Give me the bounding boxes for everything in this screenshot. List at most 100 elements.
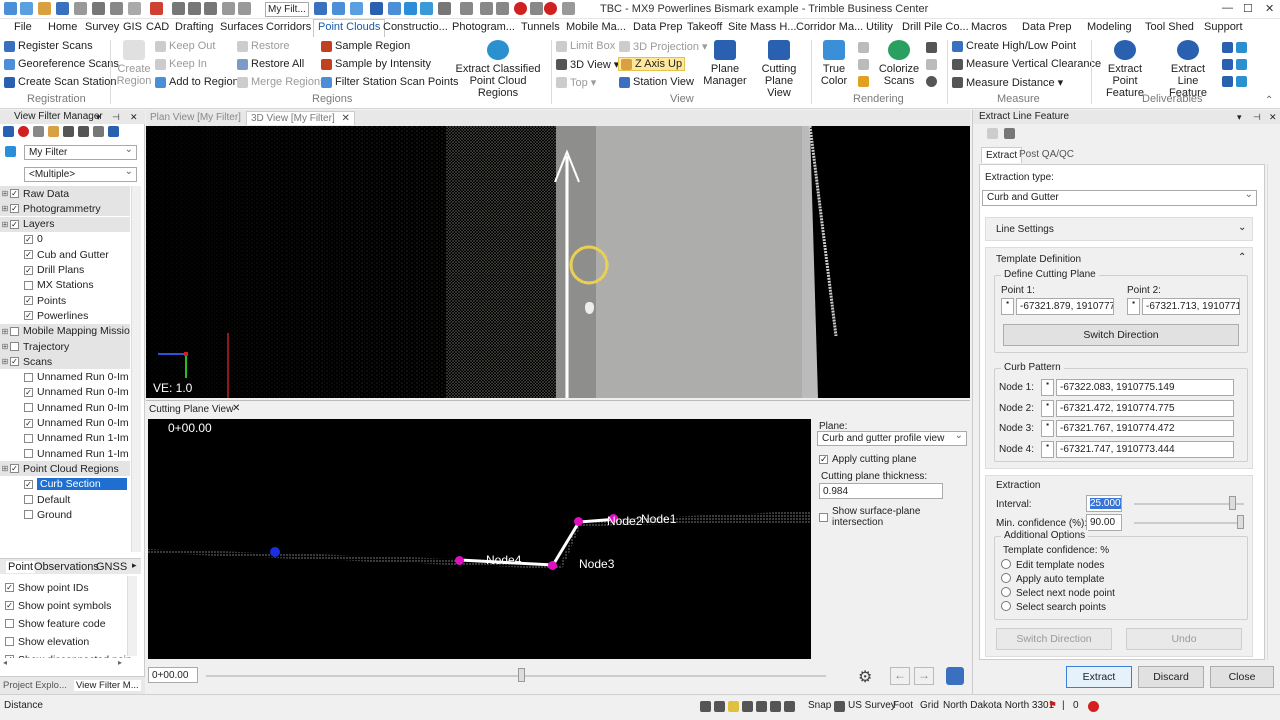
pick-point2-icon[interactable]: ▪	[1127, 298, 1140, 315]
switch-direction-button[interactable]: Switch Direction	[1003, 324, 1239, 346]
tree-item[interactable]: Unnamed Run 1-Im	[0, 446, 130, 461]
menu-surfaces[interactable]: Surfaces	[220, 21, 263, 33]
top-view-button[interactable]: Top ▾	[556, 76, 596, 89]
menu-file[interactable]: File	[14, 21, 32, 33]
tree-item[interactable]: ✓ Points	[0, 293, 130, 308]
tab-project-explorer[interactable]: Project Explo...	[3, 680, 67, 691]
filter-settings-icon[interactable]	[108, 126, 119, 137]
thickness-input[interactable]: 0.984	[819, 483, 943, 499]
expand-icon[interactable]: ⊞	[0, 204, 10, 213]
node-input[interactable]: -67322.083, 1910775.149	[1056, 379, 1234, 396]
checkbox-unchecked-icon[interactable]	[24, 372, 33, 382]
cutting-plane-view-button[interactable]: Cutting Plane View	[752, 40, 806, 99]
snap-icon[interactable]	[496, 2, 509, 15]
apply-cutting-plane-checkbox[interactable]: ✓ Apply cutting plane	[819, 454, 917, 465]
checkbox-unchecked-icon[interactable]	[24, 495, 33, 504]
tree-group[interactable]: ⊞ ✓ Raw Data	[0, 186, 130, 201]
close-macro-icon[interactable]	[544, 2, 557, 15]
station-input[interactable]: 0+00.00	[148, 667, 198, 683]
status-icon[interactable]	[770, 701, 781, 712]
tree-item[interactable]: ✓ Drill Plans	[0, 263, 130, 278]
panel-scrollbar[interactable]	[1267, 164, 1277, 660]
checkbox-unchecked-icon[interactable]	[24, 280, 33, 290]
min-confidence-input[interactable]: 90.00	[1086, 514, 1122, 531]
pick-node-icon[interactable]: ▪	[1041, 440, 1054, 458]
tab-scroll-icon[interactable]: ▸	[132, 560, 137, 571]
tab-point[interactable]: Point	[6, 561, 36, 573]
plan-view-icon[interactable]	[350, 2, 363, 15]
orbit-icon[interactable]	[238, 2, 251, 15]
checkbox-unchecked-icon[interactable]	[24, 403, 33, 413]
checkbox-checked-icon[interactable]: ✓	[24, 296, 33, 306]
view-options-icon[interactable]	[946, 667, 964, 685]
coordinate-zone[interactable]: North Dakota North 3301	[943, 700, 1054, 711]
redo-icon[interactable]	[20, 2, 33, 15]
option-checkbox[interactable]: Show elevation	[5, 634, 131, 649]
create-high-low-button[interactable]: Create High/Low Point	[952, 40, 1076, 52]
render-option-icon[interactable]	[858, 59, 869, 70]
tab-observations[interactable]: Observations	[34, 561, 99, 573]
render-option-icon[interactable]	[926, 42, 937, 53]
tool-icon[interactable]	[420, 2, 433, 15]
grid-icon[interactable]	[460, 2, 473, 15]
checkbox-checked-icon[interactable]: ✓	[10, 219, 19, 229]
node-input[interactable]: -67321.747, 1910773.444	[1056, 440, 1234, 458]
close-button[interactable]: Close	[1210, 666, 1274, 688]
measure-icon[interactable]	[480, 2, 493, 15]
delete-filter-icon[interactable]	[18, 126, 29, 137]
view-filter-combo[interactable]: My Filt...	[265, 2, 309, 17]
checkbox-unchecked-icon[interactable]	[10, 342, 19, 351]
copy-filter-icon[interactable]	[33, 126, 44, 137]
tree-item[interactable]: MX Stations	[0, 278, 130, 293]
menu-drafting[interactable]: Drafting	[175, 21, 214, 33]
flag-icon[interactable]: ⚑	[1048, 700, 1057, 711]
radio-edit-template[interactable]: Edit template nodes	[1001, 559, 1104, 571]
true-color-button[interactable]: True Color	[815, 40, 853, 87]
extract-classified-button[interactable]: Extract Classified Point Cloud Regions	[449, 40, 547, 99]
multiple-select[interactable]: <Multiple>	[24, 167, 137, 182]
checkbox-checked-icon[interactable]: ✓	[24, 387, 33, 397]
menu-data-prep-2[interactable]: Data Prep	[1022, 21, 1072, 33]
delete-icon[interactable]	[150, 2, 163, 15]
menu-gis[interactable]: GIS	[123, 21, 142, 33]
close-tab-icon[interactable]: ✕	[342, 113, 350, 124]
line-settings-section[interactable]: Line Settings ⌄	[985, 217, 1253, 241]
select-icon[interactable]	[222, 2, 235, 15]
units-label[interactable]: US Survey	[848, 700, 896, 711]
tree-scrollbar[interactable]	[131, 186, 141, 552]
expand-icon[interactable]: ⊞	[0, 357, 10, 366]
tree-item[interactable]: ✓ Powerlines	[0, 308, 130, 323]
expand-icon[interactable]: ⊞	[0, 464, 10, 473]
tree-item[interactable]: ✓ Curb Section	[0, 477, 130, 492]
tree-item[interactable]: Unnamed Run 1-Im	[0, 431, 130, 446]
close-cutting-plane-icon[interactable]: ✕	[232, 403, 240, 414]
checkbox-checked-icon[interactable]: ✓	[24, 265, 33, 275]
tab-view-filter-manager[interactable]: View Filter M...	[74, 680, 141, 691]
menu-drill-pile[interactable]: Drill Pile Co...	[902, 21, 969, 33]
interval-slider-track[interactable]	[1134, 503, 1244, 505]
menu-tool-shed[interactable]: Tool Shed	[1145, 21, 1194, 33]
tree-item[interactable]: Unnamed Run 0-Im	[0, 400, 130, 415]
limit-box-button[interactable]: Limit Box	[556, 40, 615, 52]
deliverable-option-icon[interactable]	[1236, 59, 1247, 70]
next-station-icon[interactable]: →	[914, 667, 934, 685]
record-icon[interactable]	[514, 2, 527, 15]
extraction-type-select[interactable]: Curb and Gutter	[982, 190, 1257, 206]
tree-item[interactable]: Unnamed Run 0-Im	[0, 370, 130, 385]
tree-group[interactable]: ⊞ ✓ Scans	[0, 354, 130, 370]
menu-corridors[interactable]: Corridors	[266, 21, 311, 33]
point2-input[interactable]: -67321.713, 1910771.3	[1142, 298, 1240, 315]
radio-select-next-node[interactable]: Select next node point	[1001, 587, 1115, 599]
undo-icon[interactable]	[4, 2, 17, 15]
error-icon[interactable]	[1088, 701, 1099, 712]
add-to-region-button[interactable]: Add to Region	[155, 76, 239, 88]
render-option-icon[interactable]	[858, 76, 869, 87]
tree-item[interactable]: ✓ Cub and Gutter	[0, 247, 130, 262]
checkbox-checked-icon[interactable]: ✓	[24, 418, 33, 428]
options-scrollbar[interactable]	[127, 576, 137, 656]
tree-group[interactable]: ⊞ ✓ Point Cloud Regions	[0, 461, 130, 477]
menu-utility[interactable]: Utility	[866, 21, 893, 33]
node-input[interactable]: -67321.767, 1910774.472	[1056, 420, 1234, 437]
checkbox-checked-icon[interactable]: ✓	[10, 357, 19, 367]
checkbox-unchecked-icon[interactable]	[24, 510, 33, 520]
